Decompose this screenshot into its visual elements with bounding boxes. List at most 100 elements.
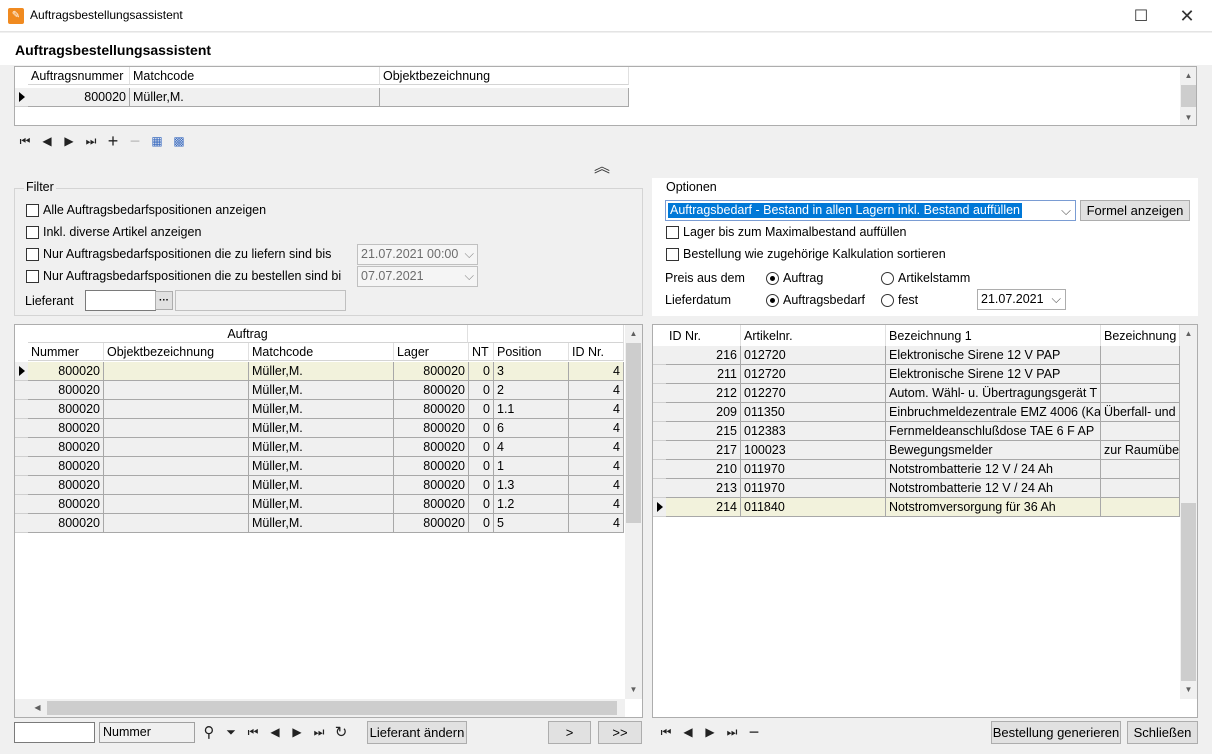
cell-position[interactable]: 4	[494, 438, 569, 457]
table-row[interactable]: 211 012720 Elektronische Sirene 12 V PAP	[653, 365, 1180, 384]
cell-objektbezeichnung[interactable]	[104, 457, 249, 476]
cell-position[interactable]: 1.2	[494, 495, 569, 514]
cell-objektbezeichnung[interactable]	[104, 362, 249, 381]
cell-lager[interactable]: 800020	[394, 362, 469, 381]
cell-nt[interactable]: 0	[469, 381, 494, 400]
cell-nummer[interactable]: 800020	[28, 381, 104, 400]
date-liefern-field[interactable]: 21.07.2021 00:00 ⌵	[357, 244, 478, 265]
col-header-nummer[interactable]: Nummer	[28, 343, 104, 361]
chevron-down-icon[interactable]: ⌵	[465, 269, 474, 284]
cell-bezeichnung2[interactable]	[1101, 498, 1180, 517]
checkbox-maximalbestand[interactable]	[666, 226, 679, 239]
delete-record-icon[interactable]: −	[124, 130, 146, 152]
cell-artikelnr[interactable]: 011840	[741, 498, 886, 517]
next-record-icon[interactable]: ▶	[286, 721, 308, 743]
table-row[interactable]: 217 100023 Bewegungsmelder zur Raumübe	[653, 441, 1180, 460]
table-row[interactable]: 213 011970 Notstrombatterie 12 V / 24 Ah	[653, 479, 1180, 498]
cell-position[interactable]: 5	[494, 514, 569, 533]
radio-preis-auftrag[interactable]	[766, 272, 779, 285]
prev-record-icon[interactable]: ◀	[677, 721, 699, 743]
first-record-icon[interactable]: ⏮	[242, 721, 264, 743]
cell-id-nr[interactable]: 4	[569, 419, 624, 438]
cell-bezeichnung1[interactable]: Elektronische Sirene 12 V PAP	[886, 365, 1101, 384]
cell-artikelnr[interactable]: 100023	[741, 441, 886, 460]
cell-nt[interactable]: 0	[469, 514, 494, 533]
scroll-left-icon[interactable]: ◀	[29, 699, 46, 716]
cell-position[interactable]: 1.1	[494, 400, 569, 419]
cell-nt[interactable]: 0	[469, 362, 494, 381]
scroll-down-icon[interactable]: ▼	[625, 681, 642, 698]
cell-matchcode[interactable]: Müller,M.	[130, 88, 380, 107]
next-record-icon[interactable]: ▶	[699, 721, 721, 743]
collapse-chevron-icon[interactable]: ︽	[594, 153, 610, 177]
cell-lager[interactable]: 800020	[394, 495, 469, 514]
cell-lager[interactable]: 800020	[394, 438, 469, 457]
table-row[interactable]: 212 012270 Autom. Wähl- u. Übertragungsger…	[653, 384, 1180, 403]
cell-objektbezeichnung[interactable]	[104, 438, 249, 457]
cell-matchcode[interactable]: Müller,M.	[249, 514, 394, 533]
cell-matchcode[interactable]: Müller,M.	[249, 419, 394, 438]
cell-objektbezeichnung[interactable]	[104, 476, 249, 495]
lieferant-aendern-button[interactable]: Lieferant ändern	[367, 721, 467, 744]
table-row[interactable]: 800020 Müller,M. 800020 0 5 4	[15, 514, 625, 533]
checkbox-diverse[interactable]	[26, 226, 39, 239]
lieferant-input[interactable]	[85, 290, 156, 311]
first-record-icon[interactable]: ⏮	[14, 130, 36, 152]
cell-matchcode[interactable]: Müller,M.	[249, 495, 394, 514]
cell-lager[interactable]: 800020	[394, 419, 469, 438]
table-row[interactable]: 800020 Müller,M. 800020 0 6 4	[15, 419, 625, 438]
cell-id-nr[interactable]: 4	[569, 457, 624, 476]
cell-nummer[interactable]: 800020	[28, 495, 104, 514]
cell-id-nr[interactable]: 4	[569, 400, 624, 419]
col-header-bezeichnung2[interactable]: Bezeichnung	[1101, 325, 1180, 347]
last-record-icon[interactable]: ⏭	[308, 721, 330, 743]
table-row[interactable]: 800020 Müller,M. 800020 0 1.3 4	[15, 476, 625, 495]
formel-anzeigen-button[interactable]: Formel anzeigen	[1080, 200, 1190, 221]
col-header-objektbezeichnung[interactable]: Objektbezeichnung	[380, 67, 629, 85]
cell-nt[interactable]: 0	[469, 476, 494, 495]
cell-nt[interactable]: 0	[469, 400, 494, 419]
cell-bezeichnung1[interactable]: Notstromversorgung für 36 Ah	[886, 498, 1101, 517]
col-header-lager[interactable]: Lager	[394, 343, 469, 361]
col-header-auftragsnummer[interactable]: Auftragsnummer	[28, 67, 130, 85]
col-header-matchcode[interactable]: Matchcode	[130, 67, 380, 85]
cell-artikelnr[interactable]: 012270	[741, 384, 886, 403]
cell-artikelnr[interactable]: 011970	[741, 460, 886, 479]
last-record-icon[interactable]: ⏭	[721, 721, 743, 743]
cell-bezeichnung1[interactable]: Notstrombatterie 12 V / 24 Ah	[886, 460, 1101, 479]
cell-bezeichnung2[interactable]	[1101, 479, 1180, 498]
table-row[interactable]: 800020 Müller,M. 800020 0 4 4	[15, 438, 625, 457]
bedarf-grid[interactable]: Auftrag Nummer Objektbezeichnung Matchco…	[14, 324, 643, 718]
filter-grid-icon[interactable]: ▩	[168, 130, 190, 152]
cell-lager[interactable]: 800020	[394, 457, 469, 476]
cell-nt[interactable]: 0	[469, 438, 494, 457]
move-all-button[interactable]: >>	[598, 721, 642, 744]
first-record-icon[interactable]: ⏮	[655, 721, 677, 743]
cell-bezeichnung2[interactable]	[1101, 346, 1180, 365]
cell-nummer[interactable]: 800020	[28, 419, 104, 438]
cell-bezeichnung1[interactable]: Elektronische Sirene 12 V PAP	[886, 346, 1101, 365]
bedarf-grid-vscrollbar[interactable]: ▲ ▼	[625, 325, 642, 699]
cell-position[interactable]: 2	[494, 381, 569, 400]
cell-nummer[interactable]: 800020	[28, 438, 104, 457]
cell-id-nr[interactable]: 211	[666, 365, 741, 384]
search-field-selector[interactable]: Nummer	[99, 722, 195, 743]
cell-lager[interactable]: 800020	[394, 476, 469, 495]
cell-objektbezeichnung[interactable]	[104, 381, 249, 400]
cell-bezeichnung1[interactable]: Fernmeldeanschlußdose TAE 6 F AP	[886, 422, 1101, 441]
order-grid[interactable]: Auftragsnummer Matchcode Objektbezeichnu…	[14, 66, 1197, 126]
cell-id-nr[interactable]: 217	[666, 441, 741, 460]
scroll-up-icon[interactable]: ▲	[1180, 325, 1197, 342]
search-value-input[interactable]	[14, 722, 95, 743]
refresh-icon[interactable]: ↻	[330, 721, 352, 743]
cell-matchcode[interactable]: Müller,M.	[249, 362, 394, 381]
cell-id-nr[interactable]: 4	[569, 438, 624, 457]
scroll-down-icon[interactable]: ▼	[1180, 109, 1196, 125]
checkbox-bestellen[interactable]	[26, 270, 39, 283]
cell-id-nr[interactable]: 4	[569, 514, 624, 533]
cell-id-nr[interactable]: 4	[569, 381, 624, 400]
cell-id-nr[interactable]: 209	[666, 403, 741, 422]
cell-bezeichnung2[interactable]	[1101, 460, 1180, 479]
filter-down-icon[interactable]: ▦	[146, 130, 168, 152]
cell-bezeichnung1[interactable]: Bewegungsmelder	[886, 441, 1101, 460]
